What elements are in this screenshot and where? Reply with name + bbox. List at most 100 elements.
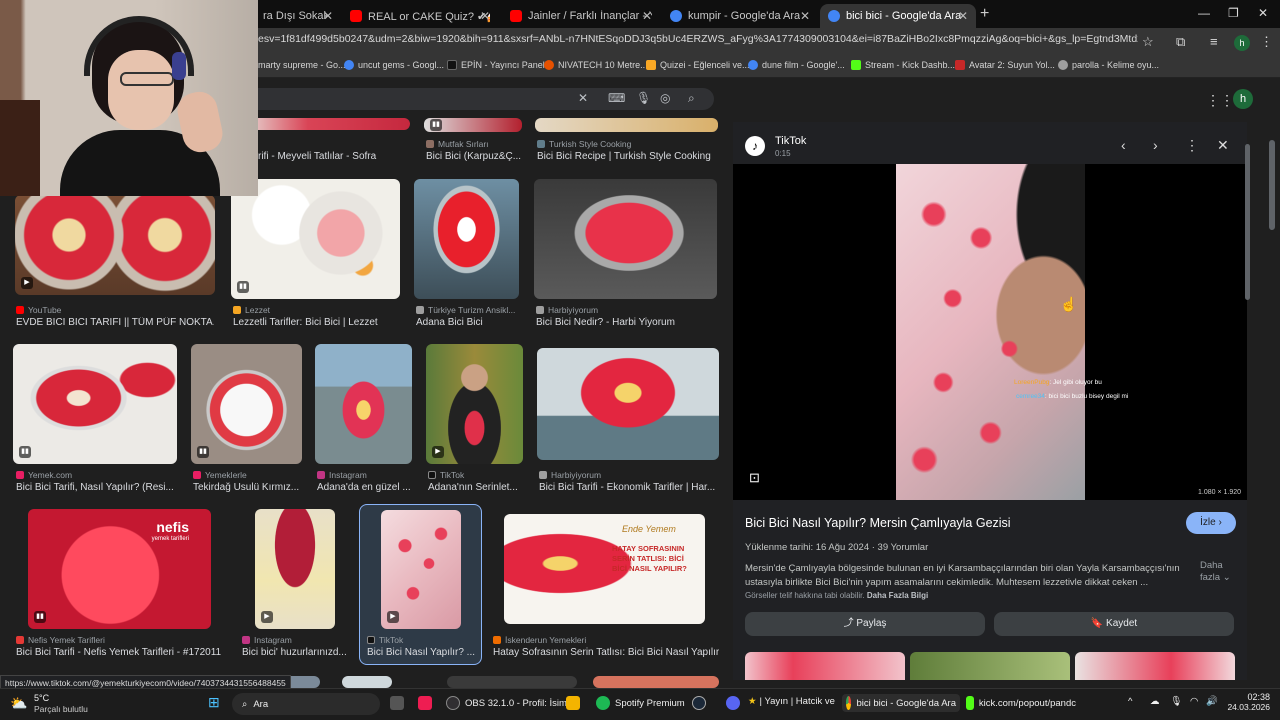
result-thumbnail[interactable]: ▮▮ — [13, 344, 177, 464]
preview-media[interactable]: LoreenPubg: Jel gibi oluyor bu cemree34:… — [733, 164, 1247, 500]
address-bar[interactable]: esv=1f81df499d5b0247&udm=2&biw=1920&bih=… — [258, 33, 1138, 45]
bookmark-item[interactable]: Quizei - Eğlenceli ve... — [646, 60, 750, 70]
result-title[interactable]: EVDE BİCİ BİCİ TARİFİ || TÜM PÜF NOKTA..… — [16, 317, 214, 328]
result-title[interactable]: Adana'da en güzel ... — [317, 482, 412, 493]
task-view-icon[interactable] — [390, 696, 409, 710]
result-thumbnail[interactable] — [342, 676, 392, 688]
result-title[interactable]: Lezzetli Tarifler: Bici Bici | Lezzet — [233, 317, 399, 328]
media-control-icon[interactable]: ≡ — [1210, 34, 1218, 49]
onedrive-icon[interactable]: ☁ — [1150, 696, 1160, 707]
result-thumbnail[interactable]: ▮▮ — [424, 118, 522, 132]
result-title[interactable]: Bici Bici Tarifi - Nefis Yemek Tarifleri… — [16, 647, 226, 658]
bookmark-item[interactable]: EPİN - Yayıncı Paneli — [447, 60, 547, 70]
result-thumbnail[interactable]: ▶ — [15, 195, 215, 295]
result-thumbnail[interactable]: ▶ — [381, 510, 461, 629]
result-thumbnail[interactable]: ▮▮ — [231, 179, 400, 299]
more-toggle[interactable]: Daha fazla ⌄ — [1200, 560, 1240, 584]
close-icon[interactable]: ✕ — [642, 9, 652, 23]
save-button[interactable]: 🔖 Kaydet — [994, 612, 1234, 636]
result-thumbnail[interactable] — [414, 179, 519, 299]
bookmark-item[interactable]: dune film - Google'... — [748, 60, 845, 70]
learn-more-link[interactable]: Daha Fazla Bilgi — [867, 591, 928, 600]
next-icon[interactable]: › — [1153, 137, 1158, 153]
close-icon[interactable]: ✕ — [1217, 137, 1229, 154]
page-scrollbar-thumb[interactable] — [1269, 140, 1275, 230]
result-thumbnail[interactable] — [447, 676, 577, 688]
result-thumbnail[interactable]: ▶ — [255, 509, 335, 629]
bookmark-item[interactable]: Avatar 2: Suyun Yol... — [955, 60, 1055, 70]
related-thumbnail[interactable] — [745, 652, 905, 680]
bookmark-star-icon[interactable]: ☆ — [1142, 34, 1154, 50]
result-title[interactable]: Adana Bici Bici — [416, 317, 518, 328]
close-icon[interactable]: ✕ — [958, 9, 968, 23]
result-title[interactable]: rifi - Meyveli Tatlılar - Sofra — [258, 151, 408, 162]
result-thumbnail[interactable]: ▮▮ — [191, 344, 302, 464]
bookmark-item[interactable]: Stream - Kick Dashb... — [851, 60, 955, 70]
result-title[interactable]: Bici Bici Recipe | Turkish Style Cooking — [537, 151, 717, 162]
panel-scrollbar[interactable] — [1244, 130, 1252, 680]
search-input[interactable]: ✕ ⌨ 🎙 ◎ ⌕ — [240, 88, 714, 110]
tab-kumpir[interactable]: kumpir - Google'da Ara ✕ — [662, 4, 818, 28]
wifi-icon[interactable]: ◠ — [1190, 696, 1198, 707]
related-thumbnail[interactable] — [910, 652, 1070, 680]
tab-sokak[interactable]: ra Dışı Sokak Ye ✕ — [255, 4, 335, 28]
bookmark-item[interactable]: NIVATECH 10 Metre... — [544, 60, 648, 70]
store-icon[interactable] — [566, 696, 585, 710]
result-title[interactable]: Hatay Sofrasının Serin Tatlısı: Bici Bic… — [493, 647, 719, 658]
close-icon[interactable]: ✕ — [480, 9, 490, 23]
discord-icon[interactable] — [726, 696, 745, 710]
tiktok-app-icon[interactable] — [418, 696, 437, 710]
bookmark-item[interactable]: parolla - Kelime oyu... — [1058, 60, 1159, 70]
minimize-icon[interactable]: — — [1198, 6, 1210, 20]
taskbar-spotify[interactable]: Spotify Premium — [596, 696, 685, 710]
result-thumbnail[interactable]: ▶ — [426, 344, 523, 464]
result-title[interactable]: Tekirdağ Usulü Kırmız... — [193, 482, 301, 493]
account-avatar[interactable]: h — [1233, 89, 1253, 109]
new-tab-button[interactable]: + — [980, 5, 989, 23]
result-title[interactable]: Bici bici' huzurlarınızd... — [242, 647, 346, 658]
result-thumbnail[interactable] — [593, 676, 719, 688]
tab-real-or-cake[interactable]: REAL or CAKE Quiz? ✔🍰❌ ✕ — [342, 4, 498, 28]
close-icon[interactable]: ✕ — [800, 9, 810, 23]
bookmark-item[interactable]: uncut gems - Googl... — [344, 60, 444, 70]
preview-title[interactable]: Bici Bici Nasıl Yapılır? Mersin Çamlıyay… — [745, 516, 1011, 530]
scrollbar-thumb[interactable] — [1245, 144, 1250, 300]
taskbar-obs[interactable]: OBS 32.1.0 - Profil: İsims — [446, 696, 572, 710]
profile-avatar[interactable]: h — [1234, 35, 1250, 51]
lens-search-icon[interactable]: ⊡ — [749, 470, 760, 486]
taskbar-search[interactable]: ⌕ Ara — [232, 693, 380, 715]
related-thumbnail[interactable] — [1075, 652, 1235, 680]
clock[interactable]: 02:38 24.03.2026 — [1222, 692, 1270, 712]
taskbar-chrome[interactable]: bici bici - Google'da Ara — [842, 694, 960, 712]
result-thumbnail[interactable] — [315, 344, 412, 464]
taskbar-kick[interactable]: kick.com/popout/pandc — [966, 696, 1076, 710]
result-thumbnail[interactable]: Ende Yemem HATAY SOFRASININ SERİN TATLIS… — [504, 514, 705, 624]
result-title[interactable]: Adana'nın Serinlet... — [428, 482, 523, 493]
microphone-icon[interactable]: 🎙 — [1170, 696, 1182, 707]
watch-button[interactable]: İzle › — [1186, 512, 1236, 534]
previous-icon[interactable]: ‹ — [1121, 137, 1126, 153]
result-title[interactable]: Bici Bici Nedir? - Harbi Yiyorum — [536, 317, 716, 328]
result-title[interactable]: Bici Bici (Karpuz&Ç... — [426, 151, 522, 162]
steam-icon[interactable] — [692, 696, 711, 710]
tab-bici-bici[interactable]: bici bici - Google'da Ara ✕ — [820, 4, 976, 28]
lens-icon[interactable]: ◎ — [660, 91, 670, 105]
windows-start-icon[interactable]: ⊞ — [208, 694, 220, 711]
result-thumbnail[interactable] — [537, 348, 719, 460]
result-thumbnail[interactable] — [240, 118, 410, 130]
result-thumbnail[interactable] — [535, 118, 718, 132]
bookmark-item[interactable]: marty supreme - Go... — [258, 60, 346, 70]
result-thumbnail[interactable]: nefis yemek tarifleri ▮▮ — [28, 509, 211, 629]
image-result-selected[interactable]: ▶ TikTok Bici Bici Nasıl Yapılır? ... — [359, 504, 482, 665]
volume-icon[interactable]: 🔊 — [1206, 696, 1218, 707]
share-button[interactable]: ⤴ Paylaş — [745, 612, 985, 636]
search-icon[interactable]: ⌕ — [688, 91, 695, 106]
browser-menu-icon[interactable]: ⋮ — [1260, 34, 1273, 50]
preview-source[interactable]: TikTok — [775, 135, 806, 147]
result-title[interactable]: Bici Bici Tarifi - Ekonomik Tarifler | H… — [539, 482, 717, 493]
close-icon[interactable]: ✕ — [323, 9, 333, 23]
clear-search-icon[interactable]: ✕ — [578, 91, 588, 105]
restore-icon[interactable]: ❐ — [1228, 6, 1239, 20]
result-title[interactable]: Bici Bici Nasıl Yapılır? ... — [367, 647, 477, 658]
result-thumbnail[interactable] — [534, 179, 717, 299]
